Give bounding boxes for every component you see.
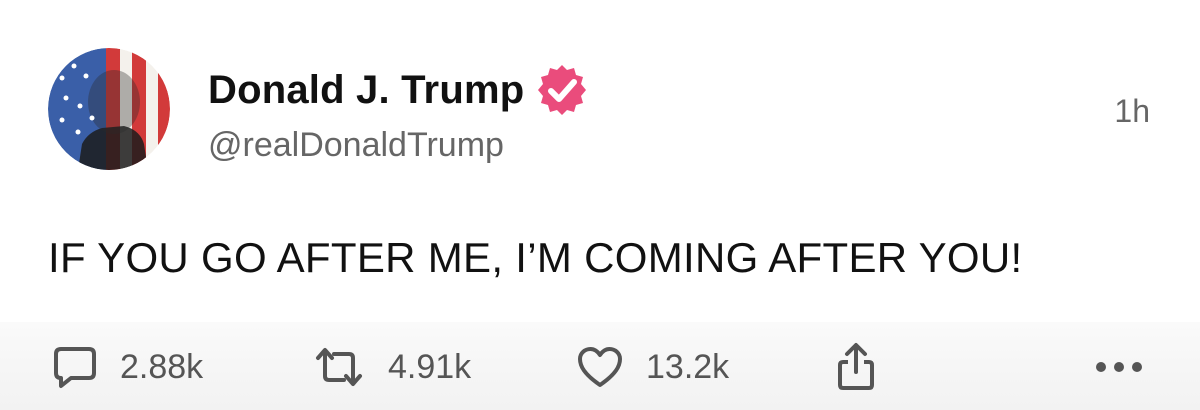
comment-bubble-icon bbox=[54, 347, 96, 388]
author-name-row: Donald J. Trump bbox=[208, 62, 590, 118]
share-icon bbox=[838, 343, 874, 390]
post-card[interactable]: Donald J. Trump @realDonaldTrump 1h IF Y… bbox=[0, 0, 1200, 410]
action-bar: 2.88k 4.91k 13.2k bbox=[0, 322, 1200, 410]
author-handle[interactable]: @realDonaldTrump bbox=[208, 126, 504, 165]
repost-count: 4.91k bbox=[388, 347, 472, 386]
post-timestamp[interactable]: 1h bbox=[1114, 93, 1150, 130]
reply-count: 2.88k bbox=[120, 347, 204, 386]
reply-button[interactable]: 2.88k bbox=[52, 342, 203, 392]
share-button[interactable] bbox=[834, 342, 878, 392]
repost-arrows-icon bbox=[316, 348, 362, 386]
author-display-name[interactable]: Donald J. Trump bbox=[208, 68, 524, 113]
more-options-button[interactable] bbox=[1094, 342, 1144, 392]
like-button[interactable]: 13.2k bbox=[576, 342, 729, 392]
avatar[interactable] bbox=[48, 48, 170, 170]
heart-icon bbox=[578, 347, 622, 387]
verified-badge-icon bbox=[534, 62, 590, 118]
repost-button[interactable]: 4.91k bbox=[312, 342, 471, 392]
like-count: 13.2k bbox=[646, 347, 730, 386]
avatar-image bbox=[48, 48, 170, 170]
more-dots-icon bbox=[1096, 362, 1142, 372]
post-text: IF YOU GO AFTER ME, I’M COMING AFTER YOU… bbox=[48, 234, 1023, 281]
